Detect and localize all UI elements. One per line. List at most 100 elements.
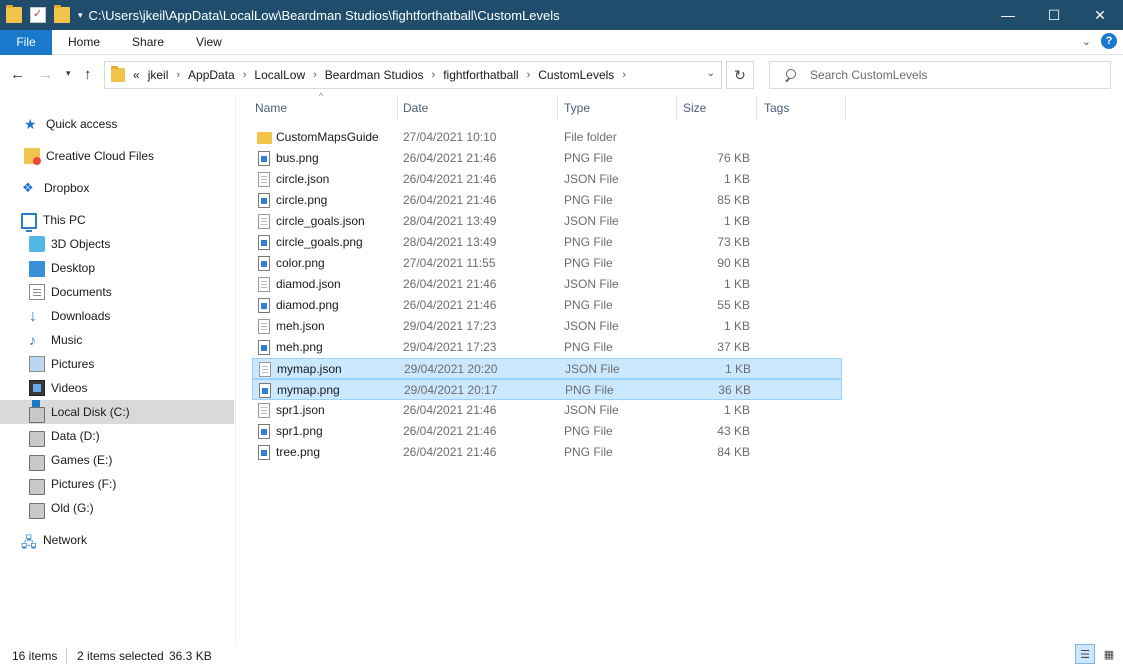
address-bar[interactable]: « jkeil › AppData › LocalLow › Beardman Stu… bbox=[104, 61, 722, 89]
column-divider[interactable] bbox=[756, 96, 757, 120]
file-row[interactable]: diamod.png 26/04/2021 21:46 PNG File 55 KB bbox=[252, 295, 842, 316]
videos-icon bbox=[29, 380, 45, 396]
file-row[interactable]: meh.png 29/04/2021 17:23 PNG File 37 KB bbox=[252, 337, 842, 358]
chevron-right-icon[interactable]: › bbox=[432, 69, 436, 81]
sidebar-item-old-g[interactable]: Old (G:) bbox=[0, 496, 234, 520]
breadcrumb: « jkeil › AppData › LocalLow › Beardman Stu… bbox=[133, 68, 634, 82]
details-view-button[interactable]: ☰ bbox=[1075, 644, 1095, 664]
breadcrumb-overflow[interactable]: « bbox=[133, 68, 140, 82]
column-divider[interactable] bbox=[845, 96, 846, 120]
file-row[interactable]: mymap.json 29/04/2021 20:20 JSON File 1 KB bbox=[252, 358, 842, 379]
close-button[interactable]: ✕ bbox=[1077, 0, 1123, 30]
file-row[interactable]: spr1.png 26/04/2021 21:46 PNG File 43 KB bbox=[252, 421, 842, 442]
file-row[interactable]: bus.png 26/04/2021 21:46 PNG File 76 KB bbox=[252, 148, 842, 169]
sidebar-item-3d-objects[interactable]: 3D Objects bbox=[0, 232, 234, 256]
minimize-button[interactable]: — bbox=[985, 0, 1031, 30]
sidebar-item-downloads[interactable]: ↓ Downloads bbox=[0, 304, 234, 328]
breadcrumb-beardman[interactable]: Beardman Studios bbox=[325, 68, 424, 82]
chevron-right-icon[interactable]: › bbox=[176, 69, 180, 81]
sidebar-item-quick-access[interactable]: ★ Quick access bbox=[0, 112, 234, 136]
back-button[interactable]: ← bbox=[10, 66, 25, 83]
computer-icon bbox=[21, 213, 37, 232]
refresh-button[interactable]: ↻ bbox=[726, 61, 754, 89]
forward-button[interactable]: → bbox=[38, 66, 53, 83]
breadcrumb-customlevels[interactable]: CustomLevels bbox=[538, 68, 614, 82]
file-row[interactable]: meh.json 29/04/2021 17:23 JSON File 1 KB bbox=[252, 316, 842, 337]
sidebar-item-games-e[interactable]: Games (E:) bbox=[0, 448, 234, 472]
pane-divider[interactable] bbox=[235, 94, 236, 644]
chevron-right-icon[interactable]: › bbox=[313, 69, 317, 81]
up-button[interactable]: ↑ bbox=[84, 66, 92, 83]
json-file-icon bbox=[258, 172, 270, 187]
chevron-right-icon[interactable]: › bbox=[527, 69, 531, 81]
search-input[interactable] bbox=[810, 68, 1090, 82]
tab-view[interactable]: View bbox=[180, 30, 238, 55]
recent-locations-icon[interactable]: ▾ bbox=[66, 68, 71, 79]
sidebar-item-documents[interactable]: Documents bbox=[0, 280, 234, 304]
navigation-pane: ★ Quick access Creative Cloud Files ❖ Dr… bbox=[0, 94, 236, 644]
tab-home[interactable]: Home bbox=[52, 30, 116, 55]
large-icons-view-button[interactable]: ▦ bbox=[1099, 644, 1119, 664]
sidebar-item-network[interactable]: 🖧 Network bbox=[0, 528, 234, 552]
column-divider[interactable] bbox=[557, 96, 558, 120]
sidebar-item-local-disk-c[interactable]: Local Disk (C:) bbox=[0, 400, 234, 424]
file-name: meh.json bbox=[276, 319, 325, 333]
column-header-tags[interactable]: Tags bbox=[764, 94, 834, 122]
file-row[interactable]: CustomMapsGuide 27/04/2021 10:10 File fold… bbox=[252, 127, 842, 148]
chevron-right-icon[interactable]: › bbox=[243, 69, 247, 81]
column-header-type[interactable]: Type bbox=[564, 94, 674, 122]
breadcrumb-fightforthatball[interactable]: fightforthatball bbox=[443, 68, 518, 82]
sidebar-item-data-d[interactable]: Data (D:) bbox=[0, 424, 234, 448]
breadcrumb-appdata[interactable]: AppData bbox=[188, 68, 235, 82]
file-type: JSON File bbox=[564, 319, 619, 333]
column-header-size[interactable]: Size bbox=[683, 94, 753, 122]
sidebar-item-dropbox[interactable]: ❖ Dropbox bbox=[0, 176, 234, 200]
search-box[interactable] bbox=[769, 61, 1111, 89]
selection-count: 2 items selected bbox=[77, 649, 164, 663]
file-date: 26/04/2021 21:46 bbox=[403, 445, 497, 459]
file-row[interactable]: circle_goals.png 28/04/2021 13:49 PNG File… bbox=[252, 232, 842, 253]
properties-icon[interactable] bbox=[30, 7, 46, 23]
chevron-down-icon[interactable]: ⌄ bbox=[707, 68, 715, 79]
file-row[interactable]: circle_goals.json 28/04/2021 13:49 JSON Fi… bbox=[252, 211, 842, 232]
breadcrumb-jkeil[interactable]: jkeil bbox=[148, 68, 169, 82]
file-size: 55 KB bbox=[717, 298, 750, 312]
tab-file[interactable]: File bbox=[0, 29, 52, 55]
json-file-icon bbox=[258, 214, 270, 229]
documents-icon bbox=[29, 284, 45, 300]
help-icon[interactable]: ? bbox=[1101, 33, 1117, 49]
file-row[interactable]: diamod.json 26/04/2021 21:46 JSON File 1 KB bbox=[252, 274, 842, 295]
file-date: 26/04/2021 21:46 bbox=[403, 172, 497, 186]
sidebar-item-videos[interactable]: Videos bbox=[0, 376, 234, 400]
file-row[interactable]: circle.png 26/04/2021 21:46 PNG File 85 KB bbox=[252, 190, 842, 211]
file-name: diamod.json bbox=[276, 277, 341, 291]
column-divider[interactable] bbox=[397, 96, 398, 120]
breadcrumb-locallow[interactable]: LocalLow bbox=[254, 68, 305, 82]
file-row[interactable]: circle.json 26/04/2021 21:46 JSON File 1 KB bbox=[252, 169, 842, 190]
download-icon: ↓ bbox=[29, 308, 37, 325]
file-row[interactable]: tree.png 26/04/2021 21:46 PNG File 84 KB bbox=[252, 442, 842, 463]
customize-toolbar-icon[interactable]: ▾ bbox=[78, 10, 83, 21]
new-folder-icon[interactable] bbox=[54, 5, 70, 23]
title-bar: ▾ C:\Users\jkeil\AppData\LocalLow\Beardm… bbox=[0, 0, 1123, 30]
sidebar-item-this-pc[interactable]: This PC bbox=[0, 208, 234, 232]
sidebar-item-creative-cloud[interactable]: Creative Cloud Files bbox=[0, 144, 234, 168]
file-row[interactable]: spr1.json 26/04/2021 21:46 JSON File 1 KB bbox=[252, 400, 842, 421]
chevron-right-icon[interactable]: › bbox=[622, 69, 626, 81]
file-row[interactable]: color.png 27/04/2021 11:55 PNG File 90 KB bbox=[252, 253, 842, 274]
file-type: PNG File bbox=[565, 383, 614, 397]
tab-share[interactable]: Share bbox=[116, 30, 180, 55]
sidebar-item-pictures[interactable]: Pictures bbox=[0, 352, 234, 376]
file-type: PNG File bbox=[564, 193, 613, 207]
column-header-date[interactable]: Date bbox=[403, 94, 553, 122]
sidebar-item-desktop[interactable]: Desktop bbox=[0, 256, 234, 280]
column-divider[interactable] bbox=[676, 96, 677, 120]
column-header-name[interactable]: Name bbox=[255, 94, 395, 122]
selection-size: 36.3 KB bbox=[169, 649, 212, 663]
file-name: meh.png bbox=[276, 340, 323, 354]
maximize-button[interactable]: ☐ bbox=[1031, 0, 1077, 30]
expand-ribbon-icon[interactable]: ⌄ bbox=[1082, 35, 1091, 48]
file-row[interactable]: mymap.png 29/04/2021 20:17 PNG File 36 KB bbox=[252, 379, 842, 400]
sidebar-item-music[interactable]: ♪ Music bbox=[0, 328, 234, 352]
sidebar-item-pictures-f[interactable]: Pictures (F:) bbox=[0, 472, 234, 496]
